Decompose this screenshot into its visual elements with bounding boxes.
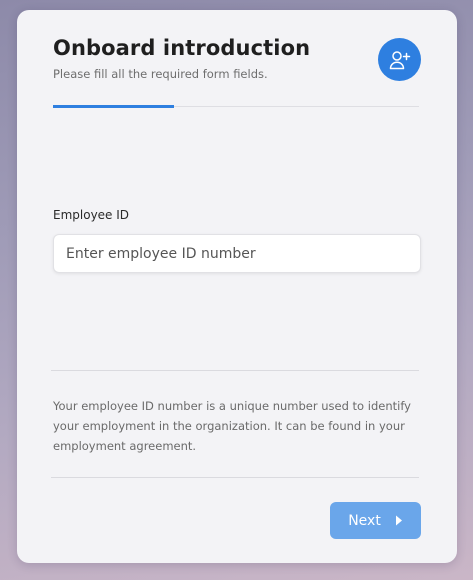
onboarding-card: Onboard introduction Please fill all the… bbox=[17, 10, 457, 563]
page-subtitle: Please fill all the required form fields… bbox=[53, 67, 268, 81]
progress-bar-fill bbox=[53, 105, 174, 108]
page-title: Onboard introduction bbox=[53, 36, 311, 60]
divider bbox=[51, 370, 419, 371]
next-button-label: Next bbox=[348, 512, 381, 529]
divider bbox=[51, 477, 419, 478]
help-text: Your employee ID number is a unique numb… bbox=[53, 399, 411, 453]
chevron-right-icon bbox=[395, 515, 403, 526]
add-user-badge bbox=[378, 38, 421, 81]
employee-id-label: Employee ID bbox=[53, 208, 130, 222]
next-button[interactable]: Next bbox=[330, 502, 421, 539]
add-user-icon bbox=[388, 48, 412, 72]
employee-id-input[interactable] bbox=[53, 234, 421, 273]
